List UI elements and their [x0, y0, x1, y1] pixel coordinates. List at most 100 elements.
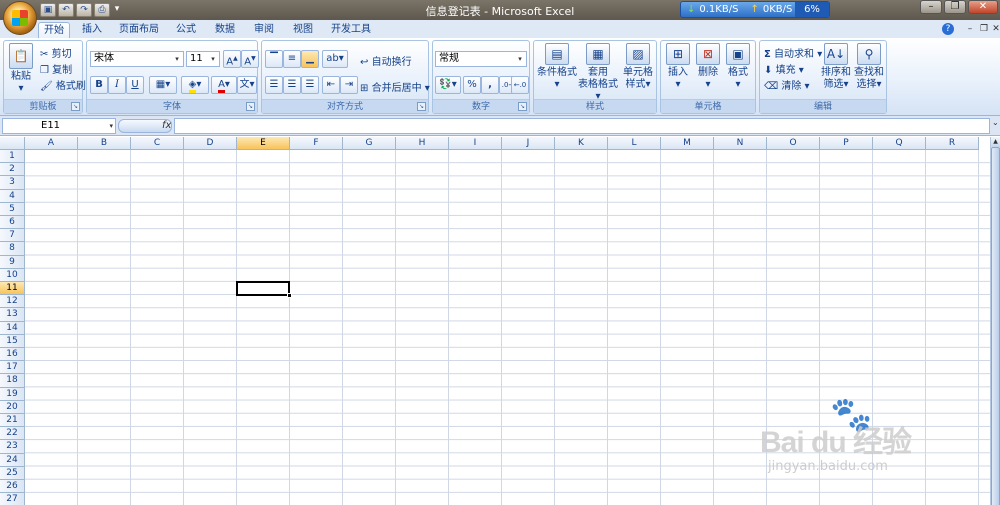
- row-header[interactable]: 6: [0, 216, 25, 230]
- fill-color-icon[interactable]: ◈▾: [181, 76, 209, 94]
- align-bottom-icon[interactable]: ▁: [301, 50, 319, 68]
- tab-review[interactable]: 审阅: [248, 22, 280, 38]
- row-header[interactable]: 1: [0, 150, 25, 164]
- tab-insert[interactable]: 插入: [76, 22, 108, 38]
- font-color-icon[interactable]: A▾: [211, 76, 237, 94]
- column-header[interactable]: M: [661, 137, 714, 150]
- vertical-scrollbar[interactable]: ▲: [990, 137, 1000, 505]
- column-header[interactable]: P: [820, 137, 873, 150]
- column-header[interactable]: D: [184, 137, 237, 150]
- font-size-combo[interactable]: 11 ▾: [186, 51, 220, 67]
- column-header[interactable]: I: [449, 137, 502, 150]
- formula-expand-icon[interactable]: ⌄: [992, 118, 1000, 134]
- select-all-corner[interactable]: [0, 137, 25, 150]
- number-launcher-icon[interactable]: ↘: [518, 102, 527, 111]
- tab-formulas[interactable]: 公式: [170, 22, 202, 38]
- phonetic-icon[interactable]: 文▾: [237, 76, 257, 94]
- column-header[interactable]: N: [714, 137, 767, 150]
- selected-cell[interactable]: [236, 281, 292, 298]
- percent-style-button[interactable]: %: [463, 76, 481, 94]
- row-header[interactable]: 16: [0, 348, 25, 362]
- column-header[interactable]: O: [767, 137, 820, 150]
- underline-button[interactable]: U: [126, 76, 144, 94]
- row-header[interactable]: 13: [0, 308, 25, 322]
- find-select-button[interactable]: ⚲ 查找和 选择▾: [853, 43, 885, 91]
- row-header[interactable]: 5: [0, 202, 25, 216]
- scroll-thumb[interactable]: [991, 147, 1000, 505]
- row-header[interactable]: 8: [0, 242, 25, 256]
- autosum-button[interactable]: Σ 自动求和 ▾: [764, 45, 822, 60]
- name-box[interactable]: E11 ▾: [2, 118, 116, 134]
- column-header[interactable]: A: [25, 137, 78, 150]
- column-header[interactable]: B: [78, 137, 131, 150]
- conditional-format-button[interactable]: ▤ 条件格式 ▾: [536, 43, 578, 91]
- border-icon[interactable]: ▦▾: [149, 76, 177, 94]
- formula-input[interactable]: [174, 118, 990, 134]
- align-center-icon[interactable]: ☰: [283, 76, 301, 94]
- row-header[interactable]: 11: [0, 282, 25, 296]
- row-header[interactable]: 10: [0, 268, 25, 282]
- office-button[interactable]: [3, 1, 37, 35]
- comma-style-button[interactable]: ,: [481, 76, 499, 94]
- fill-handle[interactable]: [287, 293, 292, 298]
- copy-button[interactable]: ❐ 复制: [40, 61, 72, 76]
- column-header[interactable]: G: [343, 137, 396, 150]
- paste-button[interactable]: 📋 粘贴 ▾: [6, 43, 36, 95]
- column-header[interactable]: Q: [873, 137, 926, 150]
- row-header[interactable]: 25: [0, 466, 25, 480]
- row-header[interactable]: 17: [0, 361, 25, 375]
- row-header[interactable]: 19: [0, 387, 25, 401]
- close-button[interactable]: ✕: [968, 0, 998, 14]
- ribbon-restore-icon[interactable]: ❐: [978, 23, 990, 35]
- fill-button[interactable]: ⬇ 填充 ▾: [764, 61, 804, 76]
- column-header[interactable]: C: [131, 137, 184, 150]
- help-icon[interactable]: ?: [942, 23, 954, 35]
- cut-button[interactable]: ✂ 剪切: [40, 45, 72, 60]
- alignment-launcher-icon[interactable]: ↘: [417, 102, 426, 111]
- tab-view[interactable]: 视图: [286, 22, 320, 38]
- shrink-font-icon[interactable]: A▼: [241, 50, 259, 68]
- row-header[interactable]: 26: [0, 480, 25, 494]
- column-header[interactable]: K: [555, 137, 608, 150]
- row-header[interactable]: 7: [0, 229, 25, 243]
- row-header[interactable]: 23: [0, 440, 25, 454]
- cell-styles-button[interactable]: ▨ 单元格 样式▾: [620, 43, 656, 91]
- format-cells-button[interactable]: ▣ 格式 ▾: [723, 43, 753, 91]
- column-header[interactable]: L: [608, 137, 661, 150]
- font-launcher-icon[interactable]: ↘: [246, 102, 255, 111]
- row-header[interactable]: 4: [0, 189, 25, 203]
- number-format-combo[interactable]: 常规 ▾: [435, 51, 527, 67]
- fx-icon[interactable]: fx: [162, 120, 171, 131]
- clear-button[interactable]: ⌫ 清除 ▾: [764, 77, 810, 92]
- insert-cells-button[interactable]: ⊞ 插入 ▾: [663, 43, 693, 91]
- orientation-icon[interactable]: ab▾: [322, 50, 348, 68]
- decrease-decimal-icon[interactable]: ←.0: [511, 76, 529, 94]
- row-header[interactable]: 18: [0, 374, 25, 388]
- tab-data[interactable]: 数据: [208, 22, 242, 38]
- grow-font-icon[interactable]: A▲: [223, 50, 241, 68]
- column-header[interactable]: E: [237, 137, 290, 150]
- format-painter-button[interactable]: 🖌 格式刷: [40, 77, 86, 92]
- format-as-table-button[interactable]: ▦ 套用 表格格式▾: [576, 43, 620, 103]
- row-header[interactable]: 3: [0, 176, 25, 190]
- row-header[interactable]: 12: [0, 295, 25, 309]
- row-header[interactable]: 21: [0, 414, 25, 428]
- row-header[interactable]: 9: [0, 255, 25, 269]
- row-header[interactable]: 24: [0, 453, 25, 467]
- increase-indent-icon[interactable]: ⇥: [340, 76, 358, 94]
- font-name-combo[interactable]: 宋体 ▾: [90, 51, 184, 67]
- clipboard-launcher-icon[interactable]: ↘: [71, 102, 80, 111]
- align-right-icon[interactable]: ☰: [301, 76, 319, 94]
- align-top-icon[interactable]: ▔: [265, 50, 283, 68]
- accounting-format-icon[interactable]: 💱▾: [435, 76, 461, 94]
- bold-button[interactable]: B: [90, 76, 108, 94]
- minimize-button[interactable]: –: [920, 0, 942, 14]
- row-header[interactable]: 15: [0, 334, 25, 348]
- sort-filter-button[interactable]: A↓ 排序和 筛选▾: [820, 43, 852, 91]
- align-left-icon[interactable]: ☰: [265, 76, 283, 94]
- column-header[interactable]: R: [926, 137, 979, 150]
- scroll-up-icon[interactable]: ▲: [991, 137, 1000, 147]
- row-header[interactable]: 2: [0, 163, 25, 177]
- row-header[interactable]: 27: [0, 493, 25, 505]
- column-header[interactable]: F: [290, 137, 343, 150]
